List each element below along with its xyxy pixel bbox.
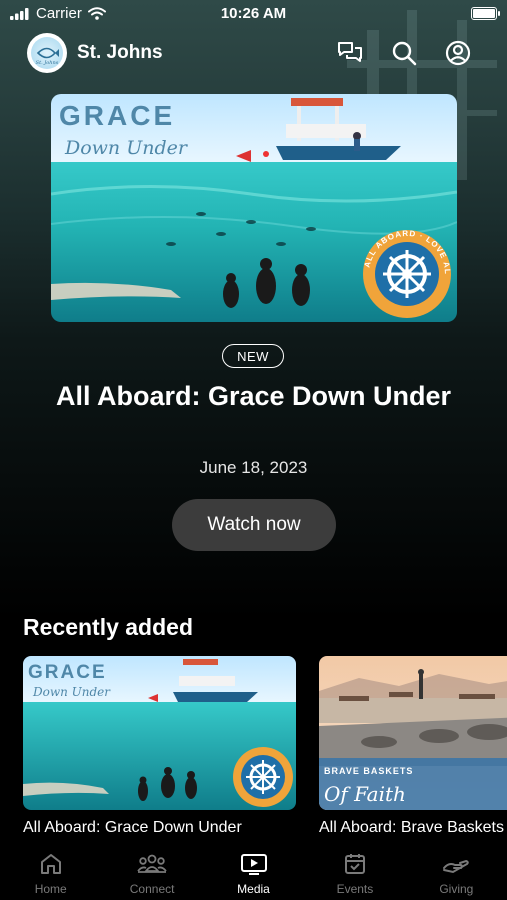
bottom-tab-bar: Home Connect Media Events Giving <box>0 843 507 900</box>
media-card[interactable]: BRAVE BASKETS Of Faith All Aboard: Brave… <box>319 656 507 837</box>
tab-events[interactable]: Events <box>304 843 405 900</box>
chat-icon <box>338 42 362 62</box>
tab-label: Media <box>237 882 270 896</box>
tab-label: Connect <box>129 882 175 896</box>
media-thumbnail: GRACE Down Under <box>23 656 296 810</box>
status-bar: Carrier 10:26 AM <box>0 0 507 30</box>
logo-text: St. Johns <box>36 60 59 66</box>
giving-icon <box>443 859 470 874</box>
fish-icon: St. Johns <box>36 47 59 66</box>
header-actions <box>331 34 477 72</box>
media-icon <box>240 854 267 875</box>
featured-media-card[interactable]: GRACE Down Under ALL ABOARD · LOVE ALL ·… <box>51 94 457 322</box>
card-art-subtitle: Down Under <box>32 685 111 699</box>
tab-giving[interactable]: Giving <box>406 843 507 900</box>
card-art-subtitle: Of Faith <box>324 782 406 806</box>
featured-artwork: GRACE Down Under ALL ABOARD · LOVE ALL ·… <box>51 94 457 322</box>
people-icon <box>137 854 167 873</box>
watch-now-button[interactable]: Watch now <box>172 499 336 551</box>
tab-media[interactable]: Media <box>203 843 304 900</box>
tab-label: Home <box>34 882 67 896</box>
home-icon <box>40 854 61 874</box>
media-card-title: All Aboard: Grace Down Under <box>23 819 242 836</box>
featured-title: All Aboard: Grace Down Under <box>55 381 452 411</box>
battery-icon <box>471 7 500 20</box>
art-subtitle: Down Under <box>64 137 189 159</box>
calendar-icon <box>344 854 365 874</box>
profile-button[interactable] <box>439 34 477 72</box>
media-card-title: All Aboard: Brave Baskets of Faith <box>319 819 507 836</box>
new-badge: NEW <box>222 344 284 368</box>
search-icon <box>392 41 417 66</box>
card-art-title: BRAVE BASKETS <box>324 766 413 776</box>
media-card[interactable]: GRACE Down Under All Aboard: Grace Down … <box>23 656 296 837</box>
grace-down-under-artwork: GRACE Down Under <box>23 656 296 810</box>
recently-added-heading: Recently added <box>23 614 193 640</box>
art-title: GRACE <box>59 100 175 131</box>
tab-connect[interactable]: Connect <box>101 843 202 900</box>
app-header: St. Johns St. Johns <box>27 32 477 74</box>
tab-home[interactable]: Home <box>0 843 101 900</box>
tab-label: Events <box>336 882 374 896</box>
profile-icon <box>445 40 471 66</box>
church-name: St. Johns <box>77 42 163 63</box>
status-time: 10:26 AM <box>220 5 287 22</box>
tab-label: Giving <box>439 882 474 896</box>
featured-date: June 18, 2023 <box>199 458 308 477</box>
church-logo[interactable]: St. Johns <box>27 33 67 73</box>
chat-button[interactable] <box>331 34 369 72</box>
media-thumbnail: BRAVE BASKETS Of Faith <box>319 656 507 810</box>
recently-added-rail[interactable]: GRACE Down Under All Aboard: Grace Down … <box>0 656 507 846</box>
brave-baskets-artwork: BRAVE BASKETS Of Faith <box>319 656 507 810</box>
search-button[interactable] <box>385 34 423 72</box>
logo-emblem: St. Johns <box>31 37 63 69</box>
card-art-title: GRACE <box>28 662 107 683</box>
